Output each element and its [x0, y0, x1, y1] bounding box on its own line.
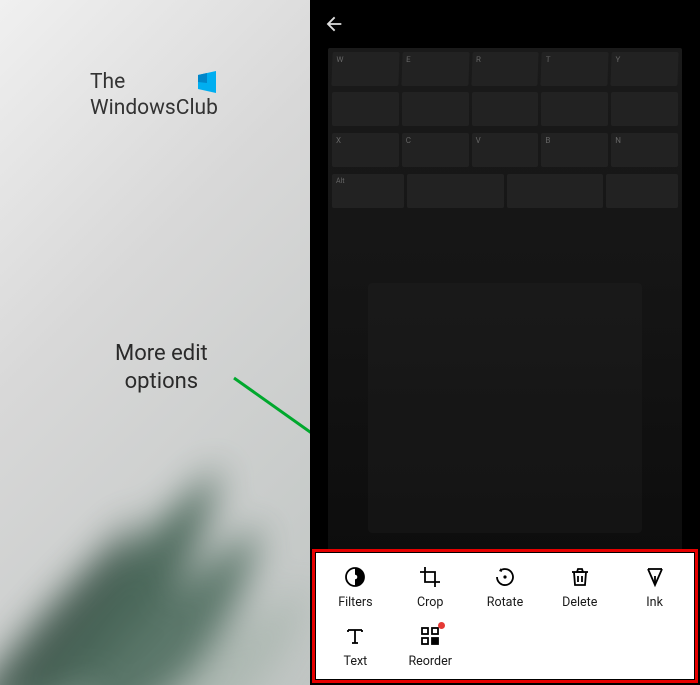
- trash-icon: [567, 564, 593, 590]
- filters-icon: [342, 564, 368, 590]
- delete-button[interactable]: Delete: [542, 557, 617, 616]
- watermark-line1: The: [90, 70, 125, 94]
- watermark-text: The WindowsClub: [90, 68, 221, 120]
- reorder-icon: [417, 623, 443, 649]
- keyboard-photo: WERTY XCVBN Alt: [328, 48, 682, 248]
- ink-icon: [642, 564, 668, 590]
- windowsclub-logo-icon: [193, 68, 221, 96]
- phone-topbar: [310, 0, 700, 48]
- reorder-button[interactable]: Reorder: [393, 616, 468, 675]
- back-icon[interactable]: [320, 10, 348, 38]
- crop-icon: [417, 564, 443, 590]
- crop-button[interactable]: Crop: [393, 557, 468, 616]
- callout-line2: options: [115, 368, 208, 396]
- filters-label: Filters: [338, 595, 372, 610]
- callout-line1: More edit: [115, 340, 208, 368]
- delete-label: Delete: [562, 595, 597, 610]
- callout-label: More edit options: [115, 340, 208, 395]
- rotate-label: Rotate: [487, 595, 523, 610]
- watermark-line2: WindowsClub: [90, 96, 218, 120]
- text-label: Text: [344, 654, 368, 669]
- ink-button[interactable]: Ink: [617, 557, 692, 616]
- edit-toolbar: Filters Crop Rotate: [316, 553, 694, 679]
- text-button[interactable]: Text: [318, 616, 393, 675]
- edit-toolbar-area: Filters Crop Rotate: [310, 549, 700, 685]
- crop-label: Crop: [417, 595, 443, 610]
- ink-label: Ink: [646, 595, 663, 610]
- text-icon: [342, 623, 368, 649]
- reorder-badge-icon: [438, 622, 445, 629]
- watermark: The WindowsClub: [90, 68, 221, 120]
- background-leaves: [0, 345, 310, 685]
- scanned-document-preview[interactable]: WERTY XCVBN Alt: [328, 48, 682, 552]
- rotate-button[interactable]: Rotate: [468, 557, 543, 616]
- reorder-label: Reorder: [408, 654, 452, 669]
- trackpad-photo: [368, 283, 642, 533]
- filters-button[interactable]: Filters: [318, 557, 393, 616]
- rotate-icon: [492, 564, 518, 590]
- article-background: The WindowsClub More edit options: [0, 0, 310, 685]
